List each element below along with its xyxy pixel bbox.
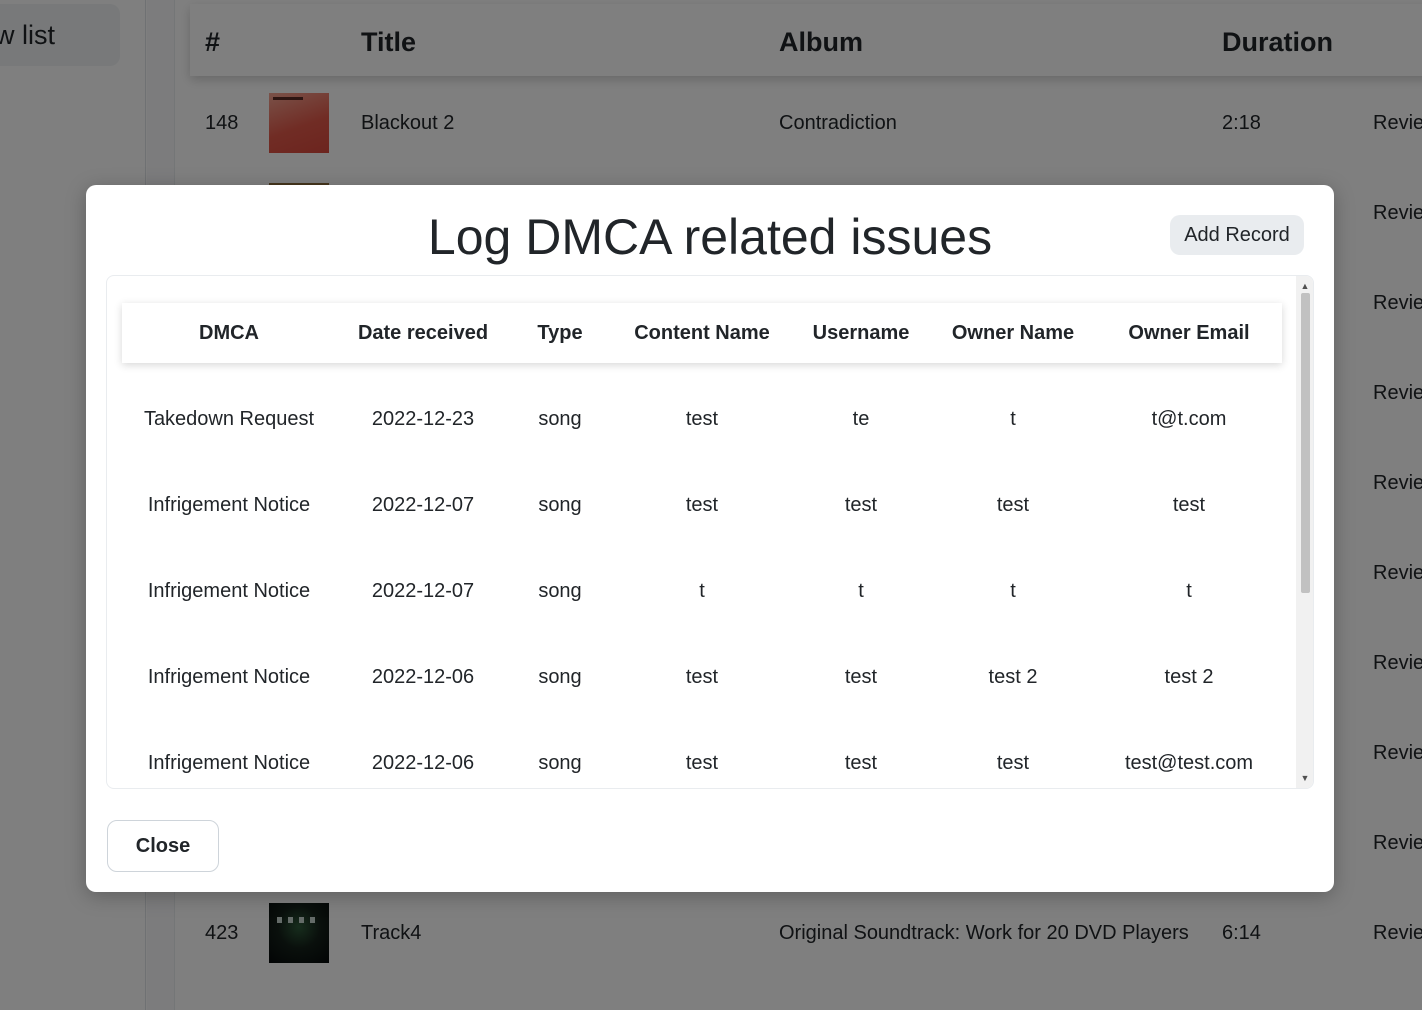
cell-content-name: test (685, 408, 719, 430)
cell-type: song (538, 666, 582, 688)
cell-dmca: Infrigement Notice (147, 752, 311, 774)
cell-username: test (844, 666, 878, 688)
dmca-table-container[interactable]: DMCA Date received Type Content Name Use… (106, 275, 1314, 789)
cell-type: song (538, 494, 582, 516)
cell-content-name: test (685, 494, 719, 516)
cell-date-received: 2022-12-06 (371, 666, 475, 688)
cell-owner-name: t (1010, 408, 1016, 430)
cell-owner-name: test (996, 752, 1030, 774)
cell-content-name: test (685, 666, 719, 688)
dmca-row[interactable]: Infrigement Notice 2022-12-07 song t t t… (122, 548, 1282, 634)
cell-date-received: 2022-12-07 (371, 494, 475, 516)
column-header-content-name: Content Name (634, 322, 770, 344)
cell-dmca: Infrigement Notice (147, 666, 311, 688)
cell-username: t (858, 580, 864, 602)
column-header-username: Username (812, 322, 910, 344)
scroll-up-arrow-icon[interactable]: ▲ (1296, 278, 1313, 294)
table-scrollbar[interactable]: ▲ ▼ (1296, 276, 1313, 788)
cell-owner-email: test@test.com (1124, 752, 1254, 774)
cell-dmca: Takedown Request (143, 408, 315, 430)
dmca-row[interactable]: Infrigement Notice 2022-12-06 song test … (122, 634, 1282, 720)
dmca-row[interactable]: Infrigement Notice 2022-12-07 song test … (122, 462, 1282, 548)
cell-type: song (538, 408, 582, 430)
cell-owner-email: test 2 (1164, 666, 1214, 688)
column-header-dmca: DMCA (199, 322, 259, 344)
dmca-row[interactable]: Infrigement Notice 2022-12-06 song test … (122, 720, 1282, 788)
scrollbar-thumb[interactable] (1301, 293, 1310, 593)
cell-owner-name: test 2 (988, 666, 1038, 688)
scroll-down-arrow-icon[interactable]: ▼ (1296, 770, 1313, 786)
cell-date-received: 2022-12-07 (371, 580, 475, 602)
cell-owner-email: t (1186, 580, 1192, 602)
column-header-owner-name: Owner Name (951, 322, 1075, 344)
cell-type: song (538, 752, 582, 774)
cell-date-received: 2022-12-06 (371, 752, 475, 774)
cell-username: test (844, 752, 878, 774)
cell-owner-name: t (1010, 580, 1016, 602)
cell-owner-name: test (996, 494, 1030, 516)
cell-content-name: t (699, 580, 705, 602)
dmca-table-header: DMCA Date received Type Content Name Use… (122, 303, 1282, 363)
cell-dmca: Infrigement Notice (147, 580, 311, 602)
cell-dmca: Infrigement Notice (147, 494, 311, 516)
cell-username: test (844, 494, 878, 516)
dmca-row[interactable]: Takedown Request 2022-12-23 song test te… (122, 376, 1282, 462)
column-header-type: Type (537, 322, 583, 344)
add-record-button[interactable]: Add Record (1170, 215, 1304, 255)
column-header-owner-email: Owner Email (1128, 322, 1250, 344)
column-header-date-received: Date received (357, 322, 489, 344)
dmca-log-modal: Log DMCA related issues Add Record DMCA … (86, 185, 1334, 892)
modal-title: Log DMCA related issues (427, 209, 993, 265)
cell-content-name: test (685, 752, 719, 774)
cell-username: te (852, 408, 870, 430)
close-button[interactable]: Close (107, 820, 219, 872)
cell-owner-email: t@t.com (1151, 408, 1227, 430)
cell-date-received: 2022-12-23 (371, 408, 475, 430)
cell-type: song (538, 580, 582, 602)
cell-owner-email: test (1172, 494, 1206, 516)
